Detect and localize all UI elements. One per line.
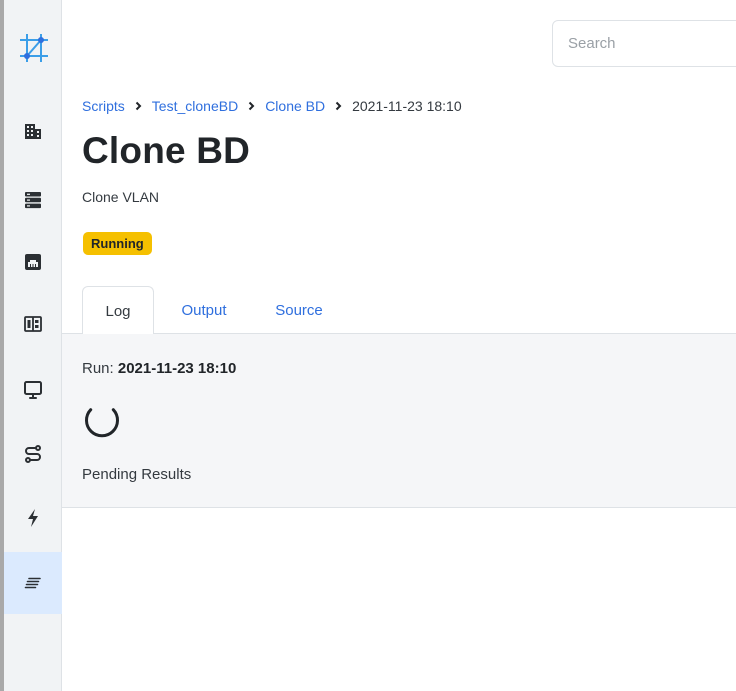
run-label: Run:	[82, 360, 114, 377]
tab-log[interactable]: Log	[82, 286, 154, 335]
circuit-board-icon	[24, 316, 42, 332]
breadcrumb-link-script[interactable]: Clone BD	[265, 98, 325, 114]
server-rack-icon	[25, 192, 41, 209]
building-icon	[25, 124, 41, 139]
run-timestamp: 2021-11-23 18:10	[117, 360, 237, 377]
sidebar	[4, 0, 62, 691]
lightning-icon	[28, 509, 38, 527]
tab-bar: Log Output Source	[62, 286, 736, 335]
nav-item-automation[interactable]	[4, 423, 62, 485]
nav-item-circuits[interactable]	[4, 293, 62, 355]
breadcrumb-current: 2021-11-23 18:10	[352, 98, 462, 114]
page-subtitle: Clone VLAN	[82, 189, 160, 205]
nav-item-devices[interactable]	[4, 169, 62, 231]
network-port-icon	[25, 254, 41, 270]
tab-source[interactable]: Source	[260, 286, 338, 334]
nav-item-virtualization[interactable]	[4, 359, 62, 421]
network-logo-icon[interactable]	[14, 28, 54, 68]
loading-spinner-icon	[85, 408, 119, 438]
run-line: Run: 2021-11-23 18:10	[82, 360, 236, 377]
workflow-icon	[25, 445, 41, 463]
chevron-right-icon	[135, 101, 142, 111]
search-input[interactable]	[552, 20, 736, 67]
pending-results-text: Pending Results	[82, 466, 192, 483]
monitor-icon	[24, 381, 42, 399]
status-badge: Running	[83, 232, 152, 255]
breadcrumb: Scripts Test_cloneBD Clone BD 2021-11-23…	[82, 98, 462, 114]
breadcrumb-link-module[interactable]: Test_cloneBD	[152, 98, 238, 114]
chevron-right-icon	[248, 101, 255, 111]
page-title: Clone BD	[82, 130, 251, 171]
nav-item-interfaces[interactable]	[4, 231, 62, 293]
script-lines-icon	[24, 577, 41, 589]
tab-output[interactable]: Output	[166, 286, 242, 334]
nav-item-power[interactable]	[4, 487, 62, 549]
breadcrumb-link-scripts[interactable]: Scripts	[82, 98, 125, 114]
chevron-right-icon	[335, 101, 342, 111]
nav-item-organization[interactable]	[4, 100, 62, 162]
nav-item-scripts[interactable]	[4, 552, 62, 614]
log-panel: Run: 2021-11-23 18:10 Pending Results	[62, 334, 736, 508]
